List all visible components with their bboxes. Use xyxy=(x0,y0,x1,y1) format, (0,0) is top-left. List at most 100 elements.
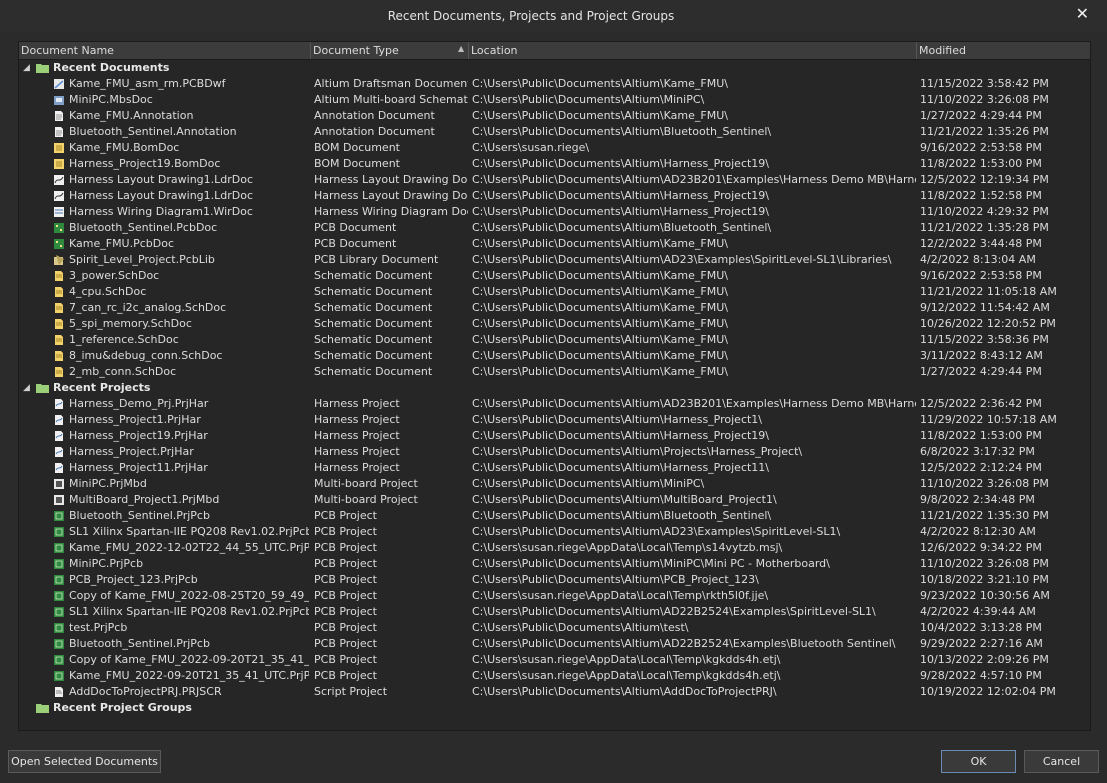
project-row[interactable]: Copy of Kame_FMU_2022-09-20T21_35_41_UTC… xyxy=(19,652,1090,668)
document-row[interactable]: Bluetooth_Sentinel.PcbDoc PCB Document C:\… xyxy=(19,220,1090,236)
row-type: Multi-board Project xyxy=(314,477,418,490)
row-type: PCB Project xyxy=(314,605,377,618)
dialog-title: Recent Documents, Projects and Project G… xyxy=(387,9,675,23)
document-row[interactable]: Harness Layout Drawing1.LdrDoc Harness La… xyxy=(19,188,1090,204)
row-location: C:\Users\Public\Documents\Altium\AD22B25… xyxy=(472,637,896,650)
document-row[interactable]: Spirit_Level_Project.PcbLib PCB Library D… xyxy=(19,252,1090,268)
project-row[interactable]: SL1 Xilinx Spartan-IIE PQ208 Rev1.02.Prj… xyxy=(19,604,1090,620)
row-location: C:\Users\Public\Documents\Altium\Kame_FM… xyxy=(472,77,728,90)
project-row[interactable]: Bluetooth_Sentinel.PrjPcb PCB Project C:\U… xyxy=(19,508,1090,524)
document-row[interactable]: Harness_Project19.BomDoc BOM Document C:\U… xyxy=(19,156,1090,172)
document-row[interactable]: 8_imu&debug_conn.SchDoc Schematic Documen… xyxy=(19,348,1090,364)
document-row[interactable]: Kame_FMU_asm_rm.PCBDwf Altium Draftsman D… xyxy=(19,76,1090,92)
project-row[interactable]: Harness_Demo_Prj.PrjHar Harness Project C:… xyxy=(19,396,1090,412)
row-location: C:\Users\Public\Documents\Altium\Kame_FM… xyxy=(472,237,728,250)
row-type: Schematic Document xyxy=(314,269,433,282)
row-name: Harness_Project19.BomDoc xyxy=(69,157,221,170)
row-type: Schematic Document xyxy=(314,365,433,378)
column-header-document-name[interactable]: Document Name xyxy=(19,42,311,59)
project-row[interactable]: test.PrjPcb PCB Project C:\Users\Public\Do… xyxy=(19,620,1090,636)
document-row[interactable]: Harness Wiring Diagram1.WirDoc Harness Wi… xyxy=(19,204,1090,220)
row-location: C:\Users\Public\Documents\Altium\Bluetoo… xyxy=(472,509,772,522)
project-row[interactable]: SL1 Xilinx Spartan-IIE PQ208 Rev1.02.Prj… xyxy=(19,524,1090,540)
pcb-project-icon xyxy=(53,638,65,650)
row-type: Harness Project xyxy=(314,413,400,426)
project-row[interactable]: MiniPC.PrjPcb PCB Project C:\Users\Public\… xyxy=(19,556,1090,572)
row-modified: 12/5/2022 2:36:42 PM xyxy=(920,397,1042,410)
grid-rows: ◢ Recent Documents Kame_FMU_asm_rm.PCBDwf A… xyxy=(19,60,1090,716)
row-name: Harness_Project1.PrjHar xyxy=(69,413,201,426)
project-row[interactable]: Kame_FMU_2022-12-02T22_44_55_UTC.PrjPcb P… xyxy=(19,540,1090,556)
row-name: PCB_Project_123.PrjPcb xyxy=(69,573,198,586)
document-row[interactable]: 3_power.SchDoc Schematic Document C:\Users… xyxy=(19,268,1090,284)
document-row[interactable]: 5_spi_memory.SchDoc Schematic Document C:\… xyxy=(19,316,1090,332)
project-row[interactable]: Harness_Project11.PrjHar Harness Project C… xyxy=(19,460,1090,476)
row-name: Copy of Kame_FMU_2022-09-20T21_35_41_UTC… xyxy=(69,653,309,666)
document-row[interactable]: Harness Layout Drawing1.LdrDoc Harness La… xyxy=(19,172,1090,188)
row-name: Spirit_Level_Project.PcbLib xyxy=(69,253,215,266)
schematic-icon xyxy=(53,366,65,378)
row-modified: 9/28/2022 4:57:10 PM xyxy=(920,669,1042,682)
document-row[interactable]: Bluetooth_Sentinel.Annotation Annotation … xyxy=(19,124,1090,140)
row-type: Script Project xyxy=(314,685,388,698)
close-icon[interactable]: ✕ xyxy=(1076,4,1089,23)
project-row[interactable]: Harness_Project.PrjHar Harness Project C:\… xyxy=(19,444,1090,460)
row-name: SL1 Xilinx Spartan-IIE PQ208 Rev1.02.Prj… xyxy=(69,525,309,538)
sort-ascending-icon: ▲ xyxy=(458,44,465,53)
row-modified: 11/21/2022 1:35:26 PM xyxy=(920,125,1049,138)
row-type: Schematic Document xyxy=(314,317,433,330)
column-header-modified[interactable]: Modified xyxy=(917,42,1090,59)
row-name: MiniPC.MbsDoc xyxy=(69,93,153,106)
ok-button[interactable]: OK xyxy=(941,750,1016,773)
row-modified: 1/27/2022 4:29:44 PM xyxy=(920,365,1042,378)
document-row[interactable]: 7_can_rc_i2c_analog.SchDoc Schematic Docu… xyxy=(19,300,1090,316)
document-row[interactable]: 2_mb_conn.SchDoc Schematic Document C:\Use… xyxy=(19,364,1090,380)
column-header-location[interactable]: Location xyxy=(469,42,917,59)
project-row[interactable]: AddDocToProjectPRJ.PRJSCR Script Project C… xyxy=(19,684,1090,700)
row-name: MultiBoard_Project1.PrjMbd xyxy=(69,493,220,506)
row-type: Harness Project xyxy=(314,397,400,410)
wiring-diagram-icon xyxy=(53,206,65,218)
cancel-button[interactable]: Cancel xyxy=(1024,750,1099,773)
project-row[interactable]: Kame_FMU_2022-09-20T21_35_41_UTC.PrjPcb P… xyxy=(19,668,1090,684)
row-modified: 1/27/2022 4:29:44 PM xyxy=(920,109,1042,122)
row-modified: 11/29/2022 10:57:18 AM xyxy=(920,413,1057,426)
project-row[interactable]: MiniPC.PrjMbd Multi-board Project C:\Users… xyxy=(19,476,1090,492)
open-selected-documents-button[interactable]: Open Selected Documents xyxy=(8,750,161,773)
project-row[interactable]: Bluetooth_Sentinel.PrjPcb PCB Project C:\U… xyxy=(19,636,1090,652)
row-type: PCB Project xyxy=(314,573,377,586)
group-row-project-groups[interactable]: Recent Project Groups xyxy=(19,700,1090,716)
project-row[interactable]: MultiBoard_Project1.PrjMbd Multi-board Pr… xyxy=(19,492,1090,508)
document-row[interactable]: Kame_FMU.BomDoc BOM Document C:\Users\susa… xyxy=(19,140,1090,156)
schematic-icon xyxy=(53,302,65,314)
row-location: C:\Users\Public\Documents\Altium\Harness… xyxy=(472,461,770,474)
group-label: Recent Projects xyxy=(53,381,151,394)
documents-grid[interactable]: Document Name Document Type ▲ Location M… xyxy=(18,41,1091,731)
row-name: Bluetooth_Sentinel.Annotation xyxy=(69,125,237,138)
project-row[interactable]: Harness_Project1.PrjHar Harness Project C:… xyxy=(19,412,1090,428)
row-name: Kame_FMU_2022-12-02T22_44_55_UTC.PrjPcb xyxy=(69,541,309,554)
draftsman-icon xyxy=(53,78,65,90)
project-row[interactable]: Harness_Project19.PrjHar Harness Project C… xyxy=(19,428,1090,444)
group-row-documents[interactable]: ◢ Recent Documents xyxy=(19,60,1090,76)
row-modified: 11/8/2022 1:53:00 PM xyxy=(920,429,1042,442)
document-row[interactable]: 4_cpu.SchDoc Schematic Document C:\Users\P… xyxy=(19,284,1090,300)
document-row[interactable]: Kame_FMU.Annotation Annotation Document C:… xyxy=(19,108,1090,124)
document-row[interactable]: Kame_FMU.PcbDoc PCB Document C:\Users\Publ… xyxy=(19,236,1090,252)
group-row-projects[interactable]: ◢ Recent Projects xyxy=(19,380,1090,396)
row-location: C:\Users\Public\Documents\Altium\MiniPC\ xyxy=(472,93,705,106)
row-modified: 11/10/2022 3:26:08 PM xyxy=(920,557,1049,570)
project-row[interactable]: PCB_Project_123.PrjPcb PCB Project C:\User… xyxy=(19,572,1090,588)
document-row[interactable]: MiniPC.MbsDoc Altium Multi-board Schemati… xyxy=(19,92,1090,108)
pcb-project-icon xyxy=(53,590,65,602)
row-name: 1_reference.SchDoc xyxy=(69,333,179,346)
column-header-document-type[interactable]: Document Type xyxy=(311,42,469,59)
row-name: Harness_Project.PrjHar xyxy=(69,445,194,458)
collapse-arrow-icon[interactable]: ◢ xyxy=(23,60,30,76)
harness-layout-icon xyxy=(53,174,65,186)
multiboard-project-icon xyxy=(53,478,65,490)
project-row[interactable]: Copy of Kame_FMU_2022-08-25T20_59_49_UTC… xyxy=(19,588,1090,604)
row-type: PCB Library Document xyxy=(314,253,439,266)
collapse-arrow-icon[interactable]: ◢ xyxy=(23,380,30,396)
document-row[interactable]: 1_reference.SchDoc Schematic Document C:\U… xyxy=(19,332,1090,348)
